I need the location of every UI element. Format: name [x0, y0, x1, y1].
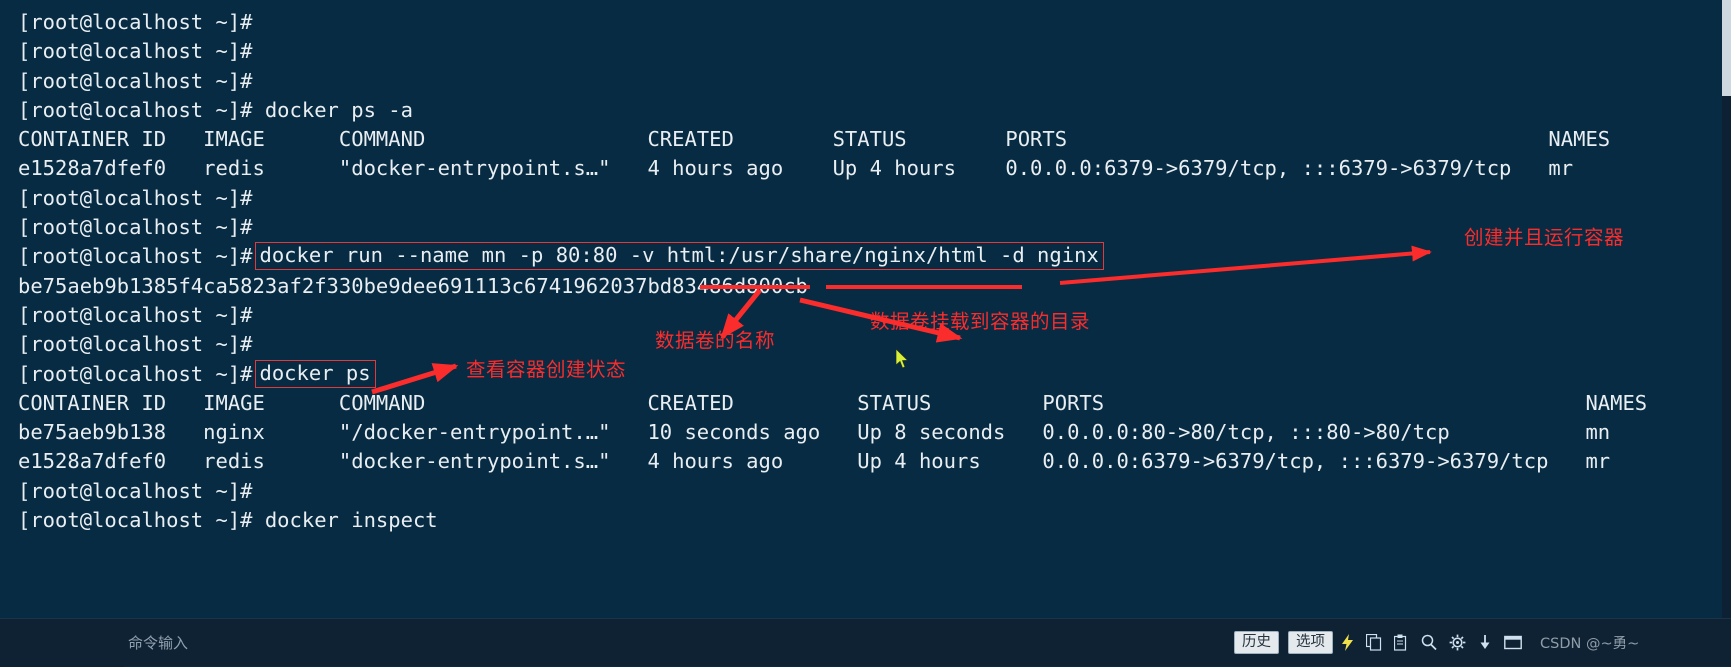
copy-glyph: [1366, 634, 1382, 651]
command-input[interactable]: [124, 627, 1234, 658]
search-glyph: [1421, 634, 1437, 651]
gear-glyph: [1449, 634, 1466, 651]
terminal-line: [root@localhost ~]#: [18, 477, 1731, 506]
scrollbar-track[interactable]: [1722, 0, 1731, 618]
gear-icon[interactable]: [1449, 634, 1466, 651]
terminal-lines: [root@localhost ~]# [root@localhost ~]# [r…: [18, 8, 1731, 535]
window-icon[interactable]: [1504, 635, 1522, 650]
typed-command: docker inspect: [252, 508, 438, 533]
shell-prompt: [root@localhost ~]#: [18, 97, 253, 122]
shell-prompt: [root@localhost ~]#: [18, 508, 253, 533]
lightning-icon[interactable]: [1342, 634, 1354, 651]
terminal-line: [root@localhost ~]#: [18, 184, 1731, 213]
terminal-line: [root@localhost ~]# docker ps -a: [18, 96, 1731, 125]
terminal-text: be75aeb9b138 nginx "/docker-entrypoint.……: [18, 420, 1611, 445]
terminal-text: be75aeb9b1385f4ca5823af2f330be9dee691113…: [18, 273, 808, 298]
shell-prompt: [root@localhost ~]#: [18, 332, 253, 357]
terminal-line: [root@localhost ~]#: [18, 301, 1731, 330]
copy-icon[interactable]: [1366, 634, 1382, 651]
terminal-line: [root@localhost ~]#: [18, 37, 1731, 66]
shell-prompt: [root@localhost ~]#: [18, 244, 253, 269]
shell-prompt: [root@localhost ~]#: [18, 68, 253, 93]
shell-prompt: [root@localhost ~]#: [18, 10, 253, 34]
mouse-cursor: [896, 349, 909, 369]
paste-icon[interactable]: [1394, 634, 1409, 651]
highlighted-command: docker ps: [254, 359, 376, 388]
lightning-glyph: [1342, 634, 1353, 651]
terminal-text: CONTAINER ID IMAGE COMMAND CREATED STATU…: [18, 390, 1648, 415]
terminal-line: [root@localhost ~]# docker inspect: [18, 506, 1731, 535]
terminal-text: CONTAINER ID IMAGE COMMAND CREATED STATU…: [18, 127, 1611, 152]
terminal-line: e1528a7dfef0 redis "docker-entrypoint.s……: [18, 447, 1731, 476]
shell-prompt: [root@localhost ~]#: [18, 215, 253, 240]
statusbar-left-spacer: [0, 618, 124, 667]
terminal-text: e1528a7dfef0 redis "docker-entrypoint.s……: [18, 156, 1574, 181]
terminal-line: CONTAINER ID IMAGE COMMAND CREATED STATU…: [18, 125, 1731, 154]
options-button[interactable]: 选项: [1288, 630, 1333, 655]
paste-glyph: [1394, 634, 1407, 651]
shell-prompt: [root@localhost ~]#: [18, 478, 253, 503]
shell-prompt: [root@localhost ~]#: [18, 39, 253, 64]
terminal-line: [root@localhost ~]#: [18, 330, 1731, 359]
terminal-line: [root@localhost ~]# docker run --name mn …: [18, 242, 1731, 271]
download-glyph: [1480, 635, 1490, 649]
shell-prompt: [root@localhost ~]#: [18, 185, 253, 210]
search-icon[interactable]: [1421, 634, 1437, 651]
download-icon[interactable]: [1478, 634, 1492, 651]
terminal-line: CONTAINER ID IMAGE COMMAND CREATED STATU…: [18, 389, 1731, 418]
terminal-output-area[interactable]: [root@localhost ~]# [root@localhost ~]# [r…: [0, 0, 1731, 618]
terminal-line: [root@localhost ~]#: [18, 213, 1731, 242]
terminal-line: e1528a7dfef0 redis "docker-entrypoint.s……: [18, 154, 1731, 183]
shell-prompt: [root@localhost ~]#: [18, 302, 253, 327]
window-glyph: [1504, 635, 1522, 650]
terminal-line: be75aeb9b1385f4ca5823af2f330be9dee691113…: [18, 272, 1731, 301]
shell-prompt: [root@localhost ~]#: [18, 361, 253, 386]
terminal-text: e1528a7dfef0 redis "docker-entrypoint.s……: [18, 449, 1611, 474]
scrollbar-thumb[interactable]: [1722, 0, 1731, 96]
terminal-line: [root@localhost ~]# docker ps: [18, 359, 1731, 389]
terminal-line: [root@localhost ~]#: [18, 67, 1731, 96]
history-button[interactable]: 历史: [1234, 630, 1279, 655]
csdn-watermark: CSDN @~勇~: [1540, 636, 1640, 652]
highlighted-command: docker run --name mn -p 80:80 -v html:/u…: [254, 242, 1104, 271]
terminal-line: be75aeb9b138 nginx "/docker-entrypoint.……: [18, 418, 1731, 447]
typed-command: docker ps -a: [252, 97, 413, 122]
terminal-line: [root@localhost ~]#: [18, 8, 1731, 37]
status-bar: 历史 选项: [0, 618, 1731, 667]
